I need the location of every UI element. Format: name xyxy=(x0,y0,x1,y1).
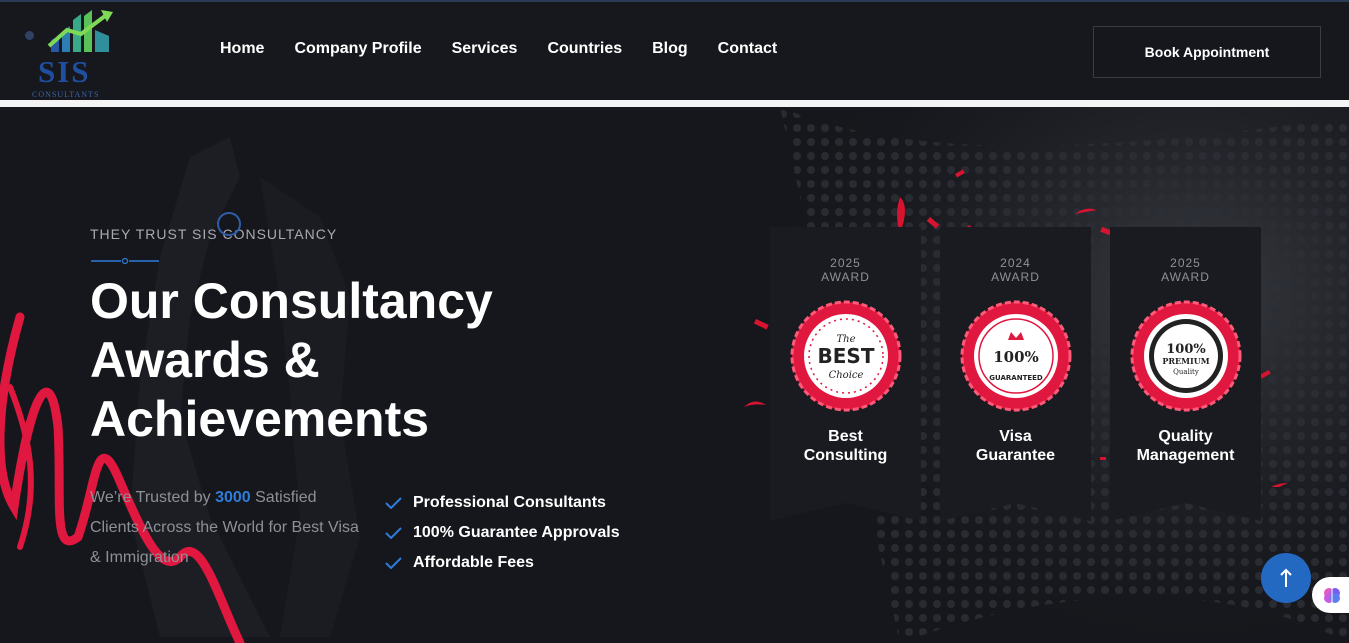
premium-quality-seal-icon: 100% PREMIUM Quality xyxy=(1130,300,1242,412)
seal-text: GUARANTEED xyxy=(989,374,1043,382)
nav-services[interactable]: Services xyxy=(452,40,518,58)
seal-text: Quality xyxy=(1173,368,1199,376)
check-icon xyxy=(385,527,402,539)
section-eyebrow: THEY TRUST SIS CONSULTANCY xyxy=(90,226,338,242)
seal-text: PREMIUM xyxy=(1162,356,1209,366)
site-header: SIS CONSULTANTS Home Company Profile Ser… xyxy=(0,2,1349,100)
feature-label: Professional Consultants xyxy=(413,494,606,511)
site-logo[interactable]: SIS CONSULTANTS xyxy=(22,4,122,99)
feature-item: Affordable Fees xyxy=(385,548,620,578)
eyebrow-divider xyxy=(91,258,159,264)
book-appointment-button[interactable]: Book Appointment xyxy=(1093,26,1321,78)
award-title-line-2: Consulting xyxy=(803,447,888,464)
heading-line-3: Achievements xyxy=(90,391,430,447)
logo-subtext: CONSULTANTS xyxy=(32,90,100,99)
seal-text: 100% xyxy=(993,348,1039,366)
award-year: 2024 xyxy=(1000,256,1031,270)
nav-blog[interactable]: Blog xyxy=(652,40,688,58)
check-icon xyxy=(385,497,402,509)
nav-company-profile[interactable]: Company Profile xyxy=(294,40,421,58)
nav-contact[interactable]: Contact xyxy=(718,40,778,58)
satisfied-clients-count: 3000 xyxy=(215,489,251,506)
brain-icon xyxy=(1324,588,1340,603)
award-card-best-consulting: 2025 AWARD The BEST Choice Best Consulti… xyxy=(770,227,921,521)
award-title: Best Consulting xyxy=(770,427,921,465)
feature-item: 100% Guarantee Approvals xyxy=(385,518,620,548)
award-label: AWARD xyxy=(1161,270,1210,284)
decorative-ring xyxy=(217,212,241,236)
award-card-quality-management: 2025 AWARD 100% PREMIUM Quality Quality … xyxy=(1110,227,1261,521)
nav-home[interactable]: Home xyxy=(220,40,264,58)
best-choice-seal-icon: The BEST Choice xyxy=(790,300,902,412)
seal-text: 100% xyxy=(1166,342,1206,357)
award-title-line-2: Guarantee xyxy=(975,447,1056,464)
seal-text: Choice xyxy=(829,370,864,381)
awards-hero-section: THEY TRUST SIS CONSULTANCY Our Consultan… xyxy=(0,107,1349,643)
award-title-line-1: Best xyxy=(828,428,863,445)
scroll-to-top-button[interactable] xyxy=(1261,553,1311,603)
award-title: Quality Management xyxy=(1110,427,1261,465)
main-nav: Home Company Profile Services Countries … xyxy=(220,40,777,58)
award-year: 2025 xyxy=(1170,256,1201,270)
feature-label: Affordable Fees xyxy=(413,554,534,571)
award-year: 2025 xyxy=(830,256,861,270)
award-label: AWARD xyxy=(821,270,870,284)
logo-text: SIS xyxy=(38,54,91,89)
check-icon xyxy=(385,557,402,569)
award-title-line-2: Management xyxy=(1136,447,1235,464)
feature-list: Professional Consultants 100% Guarantee … xyxy=(385,488,620,578)
header-divider xyxy=(0,100,1349,107)
guaranteed-seal-icon: 100% GUARANTEED xyxy=(960,300,1072,412)
desc-prefix: We’re Trusted by xyxy=(90,489,216,506)
nav-countries[interactable]: Countries xyxy=(547,40,622,58)
feature-label: 100% Guarantee Approvals xyxy=(413,524,620,541)
logo-dot xyxy=(25,31,34,40)
feature-item: Professional Consultants xyxy=(385,488,620,518)
award-label: AWARD xyxy=(991,270,1040,284)
award-title-line-1: Visa xyxy=(999,428,1032,445)
award-card-visa-guarantee: 2024 AWARD 100% GUARANTEED Visa Guarante… xyxy=(940,227,1091,521)
heading-line-1: Our Consultancy xyxy=(90,273,493,329)
logo-growth-icon xyxy=(47,10,113,52)
award-title: Visa Guarantee xyxy=(940,427,1091,465)
arrow-up-icon xyxy=(1280,568,1292,587)
heading-line-2: Awards & xyxy=(90,332,320,388)
seal-text: BEST xyxy=(818,344,875,368)
award-title-line-1: Quality xyxy=(1158,428,1213,445)
floating-assistant-tab[interactable] xyxy=(1312,577,1349,613)
section-description: We’re Trusted by 3000 Satisfied Clients … xyxy=(90,483,360,573)
section-heading: Our Consultancy Awards & Achievements xyxy=(90,272,570,449)
